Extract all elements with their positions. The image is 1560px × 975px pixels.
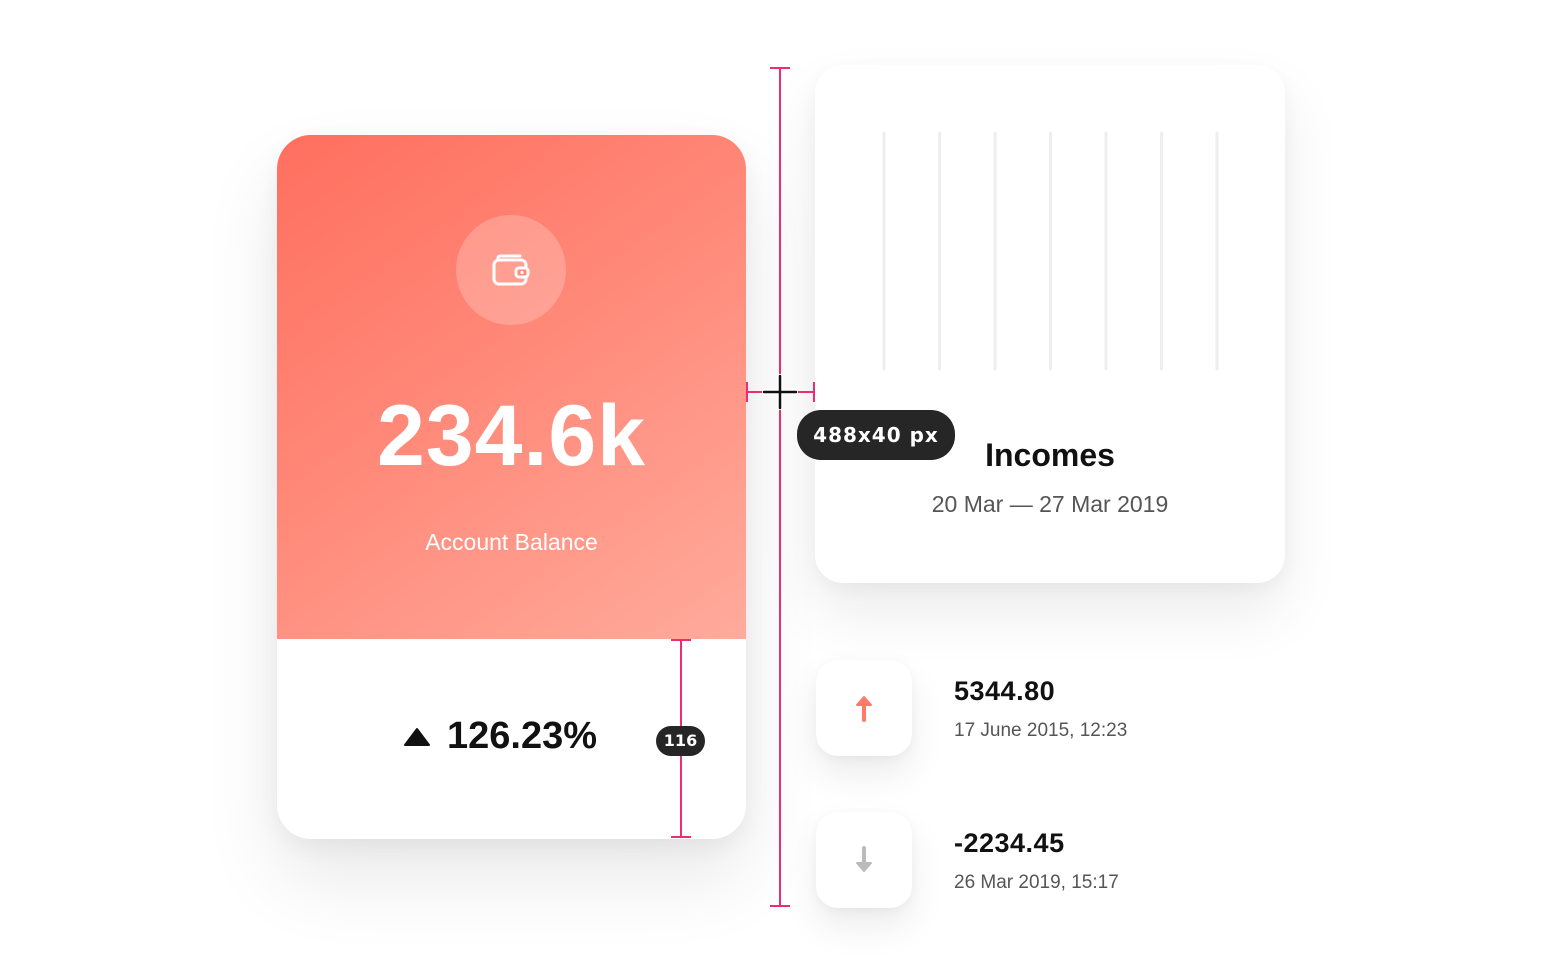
transaction-expense-icon-box[interactable] [816, 812, 912, 908]
gap-cap-right [813, 382, 815, 402]
guide-cap-bottom [770, 905, 790, 907]
incomes-card[interactable]: Incomes 20 Mar — 27 Mar 2019 [815, 65, 1285, 583]
transaction-amount: -2234.45 [954, 828, 1065, 858]
triangle-up-icon [404, 727, 430, 746]
incomes-bar-chart [882, 131, 1219, 371]
height-badge: 116 [656, 726, 705, 756]
arrow-up-icon [856, 696, 872, 722]
arrow-down-icon [856, 846, 872, 872]
guide-cap-top [770, 67, 790, 69]
wallet-icon-circle [456, 215, 566, 325]
canvas: 234.6k Account Balance 126.23% Incomes 2… [0, 0, 1560, 975]
height-guide-cap-top [671, 639, 691, 641]
incomes-date-range: 20 Mar — 27 Mar 2019 [931, 491, 1169, 517]
dimension-badge: 488x40 px [797, 410, 955, 460]
wallet-icon [492, 254, 530, 286]
height-guide-cap-bottom [671, 836, 691, 838]
gap-cap-left [746, 382, 748, 402]
transaction-date: 17 June 2015, 12:23 [954, 720, 1128, 741]
transaction-income-icon-box[interactable] [816, 660, 912, 756]
balance-header: 234.6k Account Balance [277, 135, 746, 639]
change-percentage: 126.23% [447, 715, 598, 757]
transaction-date: 26 Mar 2019, 15:17 [954, 872, 1119, 893]
crosshair-cursor-icon [762, 374, 798, 410]
transaction-amount: 5344.80 [954, 676, 1056, 706]
balance-label: Account Balance [425, 529, 598, 555]
balance-change: 126.23% [403, 715, 597, 758]
vertical-spacing-guide [779, 68, 781, 906]
balance-value: 234.6k [376, 388, 647, 484]
